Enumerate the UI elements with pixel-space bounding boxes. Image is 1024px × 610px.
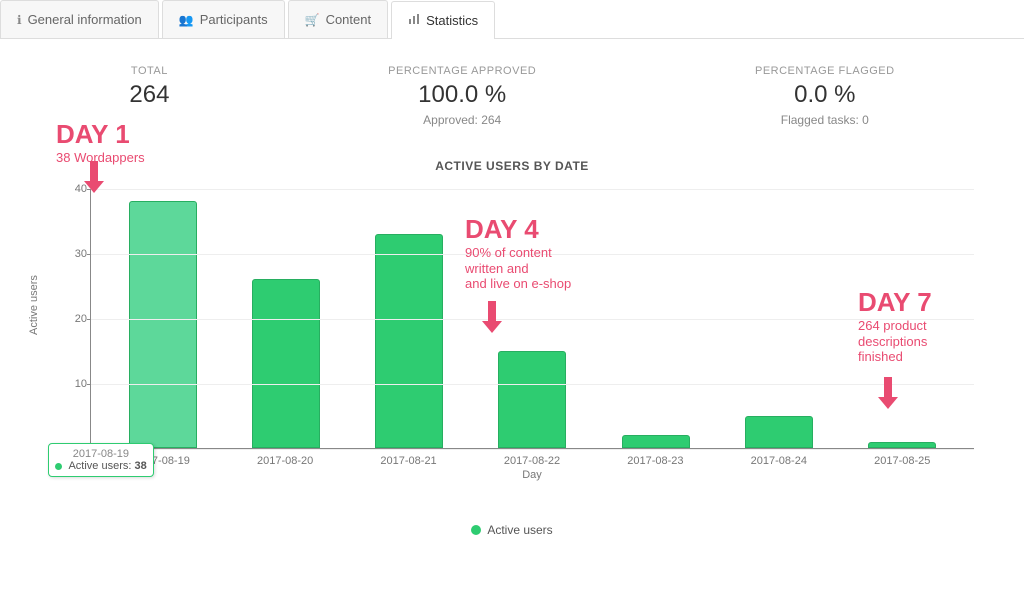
chart-bar[interactable] <box>498 351 566 449</box>
chart-bar[interactable] <box>622 435 690 448</box>
annotation-head: DAY 1 <box>56 119 145 150</box>
info-icon: ℹ <box>17 13 22 27</box>
tab-label: Participants <box>200 12 268 27</box>
y-tick-label: 30 <box>65 248 87 260</box>
chart-title: ACTIVE USERS BY DATE <box>20 159 1004 173</box>
tab-label: General information <box>28 12 142 27</box>
x-tick-label: 2017-08-23 <box>621 455 689 467</box>
x-tick-label: 2017-08-20 <box>251 455 319 467</box>
annotation-head: DAY 7 <box>858 287 932 318</box>
chart-bar[interactable] <box>252 279 320 448</box>
tooltip-label: Active users: <box>68 460 131 472</box>
y-axis-label: Active users <box>28 275 40 335</box>
stat-approved: PERCENTAGE APPROVED 100.0 % Approved: 26… <box>388 65 536 127</box>
arrow-icon <box>80 159 108 193</box>
users-icon: 👥 <box>179 13 194 27</box>
chart-bar[interactable] <box>129 201 197 448</box>
stat-approved-label: PERCENTAGE APPROVED <box>388 65 536 77</box>
stat-approved-sub: Approved: 264 <box>388 113 536 127</box>
y-tick-label: 10 <box>65 378 87 390</box>
stat-approved-value: 100.0 % <box>388 81 536 109</box>
tab-content[interactable]: 🛒 Content <box>288 0 389 38</box>
x-tick-label: 2017-08-25 <box>868 455 936 467</box>
chart-icon <box>408 13 420 28</box>
summary-stats: TOTAL 264 PERCENTAGE APPROVED 100.0 % Ap… <box>20 49 1004 133</box>
stat-flagged-sub: Flagged tasks: 0 <box>755 113 895 127</box>
tab-general-information[interactable]: ℹ General information <box>0 0 159 38</box>
chart-bar[interactable] <box>868 442 936 449</box>
annotation-head: DAY 4 <box>465 214 571 245</box>
grid-line <box>91 189 974 190</box>
grid-line <box>91 319 974 320</box>
tooltip-date: 2017-08-19 <box>55 448 147 460</box>
tab-label: Statistics <box>426 13 478 28</box>
tab-statistics[interactable]: Statistics <box>391 1 495 39</box>
x-tick-label: 2017-08-21 <box>375 455 443 467</box>
stat-flagged: PERCENTAGE FLAGGED 0.0 % Flagged tasks: … <box>755 65 895 127</box>
chart-legend[interactable]: Active users <box>20 523 1004 537</box>
chart-tooltip: 2017-08-19 Active users: 38 <box>48 443 154 477</box>
statistics-panel: TOTAL 264 PERCENTAGE APPROVED 100.0 % Ap… <box>0 39 1024 547</box>
y-tick-mark <box>87 384 91 385</box>
y-tick-mark <box>87 254 91 255</box>
cart-icon: 🛒 <box>305 13 320 27</box>
grid-line <box>91 384 974 385</box>
annotation-sub: descriptions <box>858 334 932 350</box>
chart-area: Active users 010203040 2017-08-192017-08… <box>20 179 1004 509</box>
grid-line <box>91 449 974 450</box>
tooltip-value: 38 <box>134 460 146 472</box>
stat-flagged-label: PERCENTAGE FLAGGED <box>755 65 895 77</box>
stat-total-value: 264 <box>129 81 169 109</box>
stat-total: TOTAL 264 <box>129 65 169 127</box>
legend-dot-icon <box>55 463 62 470</box>
stat-flagged-value: 0.0 % <box>755 81 895 109</box>
y-tick-label: 20 <box>65 313 87 325</box>
annotation-sub: written and <box>465 261 571 277</box>
arrow-icon <box>874 375 902 409</box>
tab-label: Content <box>326 12 372 27</box>
annotation-sub: 264 product <box>858 318 932 334</box>
tab-participants[interactable]: 👥 Participants <box>162 0 285 38</box>
legend-label: Active users <box>487 523 552 537</box>
x-tick-label: 2017-08-22 <box>498 455 566 467</box>
chart-bar[interactable] <box>745 416 813 449</box>
legend-dot-icon <box>471 525 481 535</box>
annotation-sub: 90% of content <box>465 245 571 261</box>
x-tick-label: 2017-08-24 <box>745 455 813 467</box>
annotation-day4: DAY 4 90% of content written and and liv… <box>465 214 571 292</box>
annotation-sub: finished <box>858 349 932 365</box>
stat-total-label: TOTAL <box>129 65 169 77</box>
x-axis-label: Day <box>90 469 974 481</box>
x-axis-labels: 2017-08-192017-08-202017-08-212017-08-22… <box>90 449 974 467</box>
annotation-sub: and live on e-shop <box>465 276 571 292</box>
tabs-bar: ℹ General information 👥 Participants 🛒 C… <box>0 0 1024 39</box>
chart-bar[interactable] <box>375 234 443 449</box>
arrow-icon <box>478 299 506 333</box>
annotation-day7: DAY 7 264 product descriptions finished <box>858 287 932 365</box>
y-tick-mark <box>87 319 91 320</box>
